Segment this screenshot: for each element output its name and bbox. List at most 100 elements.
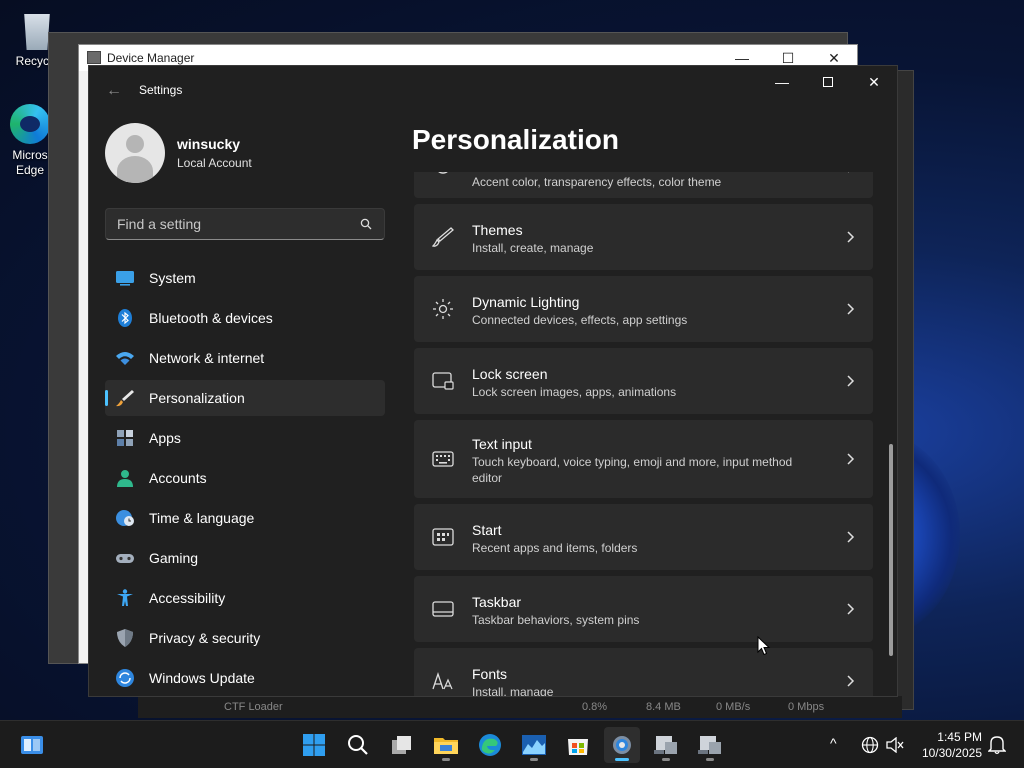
setting-card-colors[interactable]: Accent color, transparency effects, colo… <box>414 172 873 198</box>
content-scrollbar[interactable] <box>889 444 893 656</box>
chevron-right-icon <box>847 603 855 615</box>
settings-taskbar-button[interactable] <box>604 727 640 763</box>
accounts-icon <box>117 470 133 487</box>
chevron-right-icon <box>847 675 855 687</box>
computer-management-icon <box>698 736 721 754</box>
process-name: CTF Loader <box>224 701 283 713</box>
nav-item-bluetooth[interactable]: Bluetooth & devices <box>105 300 385 336</box>
nav-item-label: Bluetooth & devices <box>149 310 273 326</box>
card-title: Lock screen <box>472 366 548 382</box>
back-button[interactable]: ← <box>103 80 125 102</box>
profile-name: winsucky <box>177 136 241 152</box>
setting-card-fonts[interactable]: Fonts Install, manage <box>414 648 873 697</box>
nav-item-time-language[interactable]: Time & language <box>105 500 385 536</box>
card-title: Text input <box>472 436 532 452</box>
chevron-right-icon <box>847 375 855 387</box>
card-subtitle: Connected devices, effects, app settings <box>472 313 688 327</box>
maximize-button[interactable] <box>805 66 851 98</box>
shield-icon <box>117 629 133 647</box>
nav-item-privacy-security[interactable]: Privacy & security <box>105 620 385 656</box>
nav-item-label: Accessibility <box>149 590 226 606</box>
edge-button[interactable] <box>472 727 508 763</box>
nav-item-apps[interactable]: Apps <box>105 420 385 456</box>
profile-account-type: Local Account <box>177 156 252 170</box>
colors-icon <box>438 172 448 174</box>
process-network: 0 Mbps <box>788 701 825 713</box>
nav-item-accounts[interactable]: Accounts <box>105 460 385 496</box>
setting-card-start[interactable]: Start Recent apps and items, folders <box>414 504 873 570</box>
search-button[interactable] <box>340 727 376 763</box>
nav-item-gaming[interactable]: Gaming <box>105 540 385 576</box>
card-subtitle: Touch keyboard, voice typing, emoji and … <box>472 455 793 485</box>
setting-card-text-input[interactable]: Text input Touch keyboard, voice typing,… <box>414 420 873 498</box>
bluetooth-icon <box>118 309 132 327</box>
process-memory: 8.4 MB <box>646 701 681 713</box>
taskbar: ^ 1:45 PM 10/30/2025 <box>0 720 1024 768</box>
task-view-icon <box>392 736 411 754</box>
chevron-right-icon <box>847 453 855 465</box>
setting-card-themes[interactable]: Themes Install, create, manage <box>414 204 873 270</box>
chevron-right-icon <box>848 172 850 173</box>
microsoft-store-button[interactable] <box>560 727 596 763</box>
speaker-muted-icon[interactable] <box>886 737 904 753</box>
nav-item-network[interactable]: Network & internet <box>105 340 385 376</box>
nav-item-system[interactable]: System <box>105 260 385 296</box>
show-hidden-icons-button[interactable]: ^ <box>830 735 837 751</box>
maximize-icon <box>823 77 833 87</box>
apps-icon <box>117 430 133 446</box>
search-box[interactable] <box>105 208 385 240</box>
device-manager-icon <box>654 736 677 754</box>
lighting-icon <box>433 299 453 319</box>
accessibility-icon <box>117 589 133 606</box>
taskbar-icon <box>432 601 454 617</box>
paintbrush-icon <box>116 390 134 407</box>
settings-titlebar[interactable]: ← Settings — ✕ <box>89 66 897 114</box>
widgets-icon <box>21 736 43 754</box>
clock[interactable]: 1:45 PM 10/30/2025 <box>922 729 982 761</box>
nav-item-label: System <box>149 270 196 286</box>
nav-item-personalization[interactable]: Personalization <box>105 380 385 416</box>
card-title: Themes <box>472 222 523 238</box>
task-manager-button[interactable] <box>516 727 552 763</box>
search-input[interactable] <box>117 216 347 232</box>
card-title: Taskbar <box>472 594 522 610</box>
card-subtitle: Install, manage <box>472 685 554 697</box>
edge-icon <box>479 734 501 756</box>
process-disk: 0 MB/s <box>716 701 751 713</box>
card-subtitle: Taskbar behaviors, system pins <box>472 613 640 627</box>
app-title: Settings <box>139 83 183 97</box>
brush-icon <box>432 227 454 247</box>
nav-item-label: Time & language <box>149 510 255 526</box>
task-view-widget-button[interactable] <box>14 727 50 763</box>
setting-card-taskbar[interactable]: Taskbar Taskbar behaviors, system pins <box>414 576 873 642</box>
search-icon[interactable] <box>360 218 372 230</box>
network-globe-icon[interactable] <box>861 736 879 754</box>
device-manager-icon <box>87 51 101 64</box>
device-manager-taskbar-button[interactable] <box>648 727 684 763</box>
settings-window[interactable]: ← Settings — ✕ winsucky Local Account Sy… <box>88 65 898 697</box>
nav-item-label: Personalization <box>149 390 245 406</box>
chevron-right-icon <box>847 531 855 543</box>
nav-item-windows-update[interactable]: Windows Update <box>105 660 385 696</box>
notification-bell-icon[interactable] <box>988 735 1006 755</box>
setting-card-lock-screen[interactable]: Lock screen Lock screen images, apps, an… <box>414 348 873 414</box>
file-explorer-button[interactable] <box>428 727 464 763</box>
task-view-button[interactable] <box>384 727 420 763</box>
card-title: Dynamic Lighting <box>472 294 580 310</box>
start-button[interactable] <box>296 727 332 763</box>
setting-card-dynamic-lighting[interactable]: Dynamic Lighting Connected devices, effe… <box>414 276 873 342</box>
card-title: Fonts <box>472 666 508 682</box>
card-subtitle: Install, create, manage <box>472 241 594 255</box>
user-profile[interactable]: winsucky Local Account <box>105 123 252 183</box>
device-manager-title: Device Manager <box>107 51 195 65</box>
nav-item-label: Network & internet <box>149 350 265 366</box>
card-subtitle: Recent apps and items, folders <box>472 541 638 555</box>
store-icon <box>568 739 588 755</box>
minimize-button[interactable]: — <box>759 66 805 98</box>
nav-item-accessibility[interactable]: Accessibility <box>105 580 385 616</box>
close-button[interactable]: ✕ <box>851 66 897 98</box>
clock-date: 10/30/2025 <box>921 746 982 760</box>
search-icon <box>348 735 368 755</box>
avatar[interactable] <box>105 123 165 183</box>
computer-management-taskbar-button[interactable] <box>692 727 728 763</box>
